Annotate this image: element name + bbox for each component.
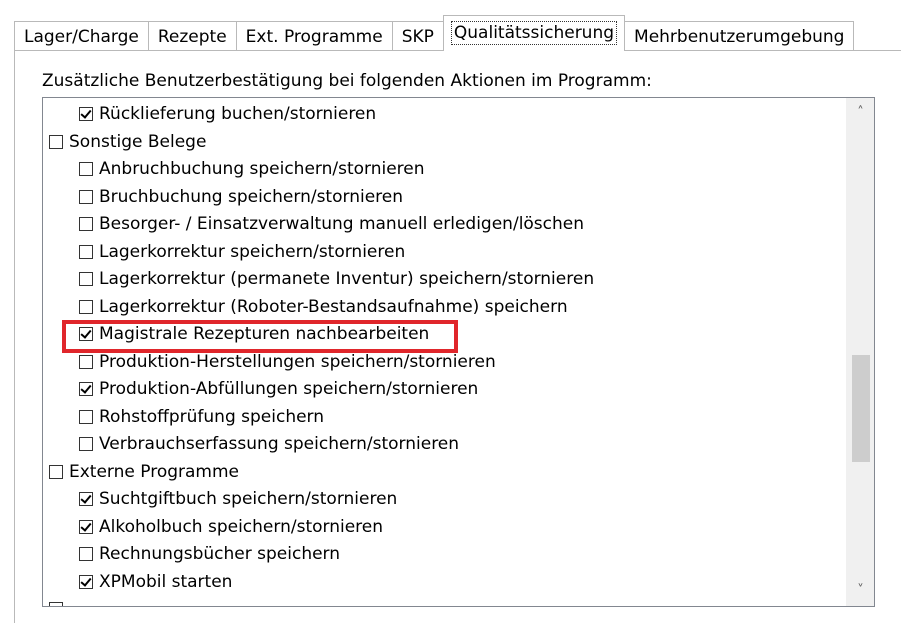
list-item[interactable]: Sonstige Belege xyxy=(49,128,206,156)
list-item[interactable]: Rechnungsbücher speichern xyxy=(79,540,340,568)
checkbox-unchecked[interactable] xyxy=(79,244,93,259)
tab-label: Lager/Charge xyxy=(24,27,139,47)
list-item[interactable]: Rücklieferung buchen/stornieren xyxy=(79,100,376,128)
list-item-label: Bruchbuchung speichern/stornieren xyxy=(99,186,403,207)
checkbox-checked[interactable] xyxy=(79,382,93,396)
tab-skp[interactable]: SKP xyxy=(391,21,444,51)
tab-label: Rezepte xyxy=(157,27,227,47)
list-item-label: Anbruchbuchung speichern/stornieren xyxy=(99,159,425,179)
list-item-label: Produktion-Abfüllungen speichern/stornie… xyxy=(99,379,479,399)
list-caption: Zusätzliche Benutzerbestätigung bei folg… xyxy=(42,71,652,91)
checkbox-unchecked[interactable] xyxy=(79,217,93,231)
tab-label: Qualitätssicherung xyxy=(450,21,618,45)
list-item[interactable]: Lagerkorrektur (Roboter-Bestandsaufnahme… xyxy=(79,293,568,321)
list-item-label: XPMobil starten xyxy=(99,571,233,592)
checkbox-checked[interactable] xyxy=(79,519,93,534)
tab-rezepte[interactable]: Rezepte xyxy=(147,21,237,51)
tab-label: SKP xyxy=(401,27,434,47)
checkbox-unchecked[interactable] xyxy=(79,162,93,176)
checkbox-unchecked[interactable] xyxy=(79,354,93,369)
checkbox-unchecked[interactable] xyxy=(49,464,63,479)
checkbox-checked[interactable] xyxy=(79,107,93,121)
tab-lager-charge[interactable]: Lager/Charge xyxy=(14,21,149,51)
checkbox-unchecked[interactable] xyxy=(49,602,63,606)
list-item[interactable]: Lagerkorrektur speichern/stornieren xyxy=(79,238,405,266)
list-item[interactable]: Rohstoffprüfung speichern xyxy=(79,403,324,431)
list-item-label: Sonstige Belege xyxy=(69,131,207,152)
action-checklist[interactable]: XPMobil starten Rechnungsbücher speichern… xyxy=(42,97,875,607)
tab-strip: Lager/Charge Rezepte Ext. Programme SKP … xyxy=(14,15,855,51)
list-item-label: Alkoholbuch speichern/stornieren xyxy=(99,516,384,537)
list-item-label: Lagerkorrektur (Roboter-Bestandsaufnahme… xyxy=(99,296,568,317)
list-item[interactable]: Besorger- / Einsatzverwaltung manuell er… xyxy=(79,210,584,238)
checkbox-unchecked[interactable] xyxy=(79,272,93,286)
checkbox-unchecked[interactable] xyxy=(79,437,93,451)
checkbox-checked[interactable] xyxy=(79,574,93,589)
list-item[interactable]: Alkoholbuch speichern/stornieren xyxy=(79,513,383,541)
list-item-label: Suchtgiftbuch speichern/stornieren xyxy=(99,489,398,509)
list-item-partial[interactable] xyxy=(49,595,69,606)
list-item[interactable]: XPMobil starten xyxy=(79,568,232,596)
scroll-up-icon[interactable]: ˄ xyxy=(847,100,874,126)
tab-ext-programme[interactable]: Ext. Programme xyxy=(235,21,393,51)
list-item[interactable]: Lagerkorrektur (permanete Inventur) spei… xyxy=(79,265,594,293)
list-item[interactable]: Produktion-Herstellungen speichern/storn… xyxy=(79,348,496,376)
tab-mehrbenutzerumgebung[interactable]: Mehrbenutzerumgebung xyxy=(624,21,855,51)
scroll-down-icon[interactable]: ˅ xyxy=(847,578,874,604)
list-item-label: Lagerkorrektur speichern/stornieren xyxy=(99,241,406,262)
checkbox-unchecked[interactable] xyxy=(79,409,93,424)
list-item[interactable]: Suchtgiftbuch speichern/stornieren xyxy=(79,485,397,513)
list-item[interactable]: Bruchbuchung speichern/stornieren xyxy=(79,183,403,211)
list-item-label: Externe Programme xyxy=(69,461,239,482)
list-item-label: Verbrauchserfassung speichern/stornieren xyxy=(99,434,460,454)
list-item[interactable]: Anbruchbuchung speichern/stornieren xyxy=(79,155,425,183)
list-item-label: Besorger- / Einsatzverwaltung manuell er… xyxy=(99,214,585,234)
list-item-label: Magistrale Rezepturen nachbearbeiten xyxy=(99,324,430,344)
checkbox-checked[interactable] xyxy=(79,327,93,341)
checkbox-unchecked[interactable] xyxy=(79,189,93,204)
list-item[interactable]: Verbrauchserfassung speichern/stornieren xyxy=(79,430,459,458)
vertical-scrollbar[interactable]: ˄ ˅ xyxy=(846,98,874,606)
checkbox-unchecked[interactable] xyxy=(49,134,63,149)
scrollbar-thumb[interactable] xyxy=(852,355,870,462)
checkbox-unchecked[interactable] xyxy=(79,547,93,561)
checkbox-checked[interactable] xyxy=(79,492,93,506)
list-item-label: Rücklieferung buchen/stornieren xyxy=(99,104,377,124)
tab-label: Ext. Programme xyxy=(245,27,383,47)
list-item-label: Rechnungsbücher speichern xyxy=(99,544,341,564)
list-item-label: Lagerkorrektur (permanete Inventur) spei… xyxy=(99,269,595,289)
list-item-label: Rohstoffprüfung speichern xyxy=(99,406,325,427)
list-item[interactable]: Externe Programme xyxy=(49,458,239,486)
checkbox-unchecked[interactable] xyxy=(79,299,93,314)
list-item[interactable]: Produktion-Abfüllungen speichern/stornie… xyxy=(79,375,478,403)
list-item[interactable]: Magistrale Rezepturen nachbearbeiten xyxy=(79,320,429,348)
tab-label: Mehrbenutzerumgebung xyxy=(634,27,845,47)
tab-qualitaetssicherung[interactable]: Qualitätssicherung xyxy=(442,15,626,51)
list-item-label: Produktion-Herstellungen speichern/storn… xyxy=(99,351,496,372)
